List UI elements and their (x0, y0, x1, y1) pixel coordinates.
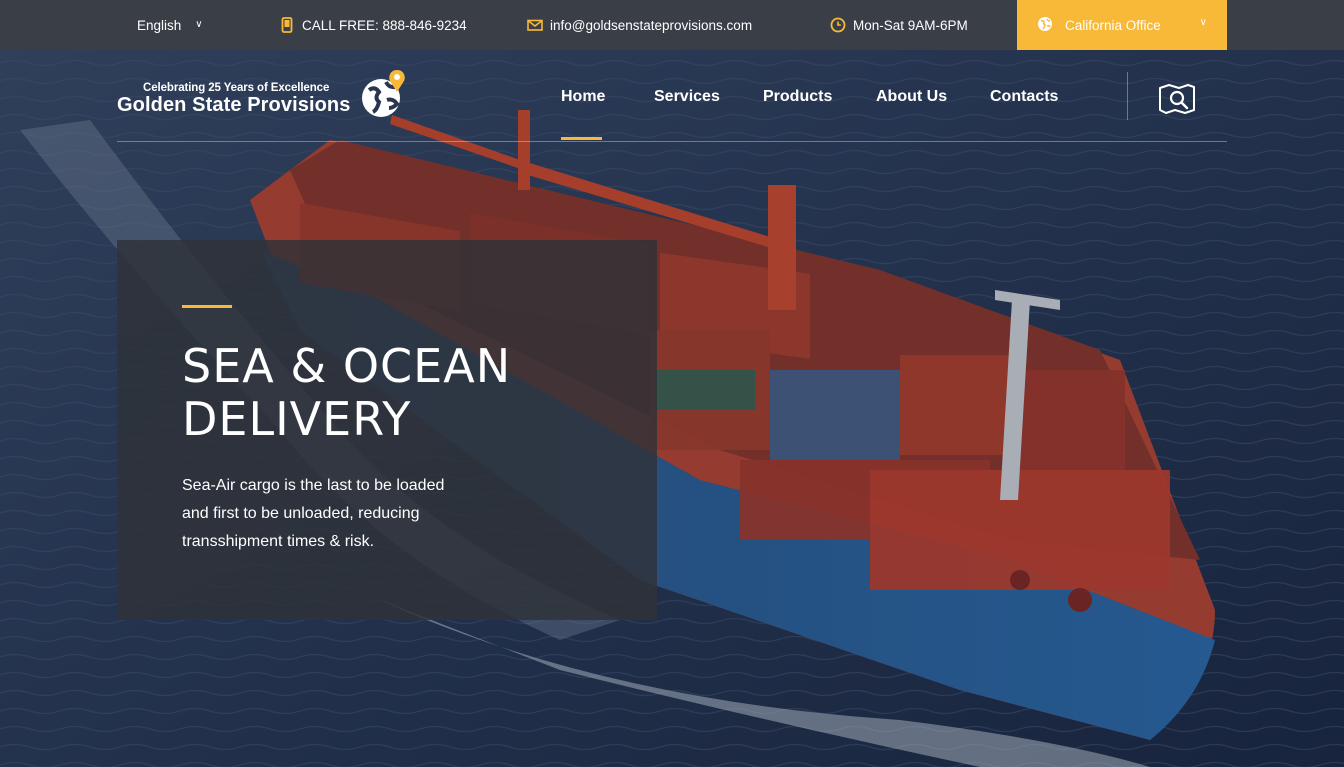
phone-icon (279, 17, 295, 33)
chevron-down-icon: ∨ (1199, 17, 1207, 28)
nav-item-products[interactable]: Products (763, 80, 832, 114)
header-divider (117, 141, 1227, 142)
hours-info: Mon-Sat 9AM-6PM (830, 0, 968, 50)
phone-info[interactable]: CALL FREE: 888-846-9234 (279, 0, 467, 50)
logo-name: Golden State Provisions (117, 94, 351, 116)
language-label: English (137, 17, 182, 33)
site-logo[interactable]: Celebrating 25 Years of Excellence Golde… (117, 68, 417, 124)
globe-icon (1037, 16, 1053, 35)
clock-icon (830, 17, 846, 33)
map-search-button[interactable] (1157, 82, 1197, 114)
hero-description: Sea-Air cargo is the last to be loaded a… (182, 477, 445, 550)
nav-item-contacts[interactable]: Contacts (990, 80, 1058, 114)
hero-title-line1: SEA & OCEAN (182, 339, 512, 393)
logo-tagline: Celebrating 25 Years of Excellence (143, 82, 330, 94)
nav-item-about-us[interactable]: About Us (876, 80, 947, 114)
top-bar: English ∨ CALL FREE: 888-846-9234 info@g… (0, 0, 1344, 50)
phone-text: CALL FREE: 888-846-9234 (302, 17, 467, 33)
language-selector[interactable]: English ∨ (137, 0, 203, 50)
nav-active-indicator (561, 137, 602, 140)
email-text: info@goldsenstateprovisions.com (550, 17, 753, 33)
office-label: California Office (1065, 17, 1161, 33)
hours-text: Mon-Sat 9AM-6PM (853, 17, 968, 33)
hero-title: SEA & OCEAN DELIVERY (182, 340, 622, 446)
office-selector[interactable]: California Office ∨ (1017, 0, 1227, 50)
globe-pin-icon (359, 68, 409, 120)
email-info[interactable]: info@goldsenstateprovisions.com (527, 0, 752, 50)
mail-icon (527, 17, 543, 33)
nav-item-home[interactable]: Home (561, 80, 605, 114)
map-search-icon (1157, 84, 1197, 118)
hero-title-line2: DELIVERY (182, 392, 412, 446)
nav-item-services[interactable]: Services (654, 80, 720, 114)
hero-card: SEA & OCEAN DELIVERY Sea-Air cargo is th… (117, 240, 657, 620)
hero-accent-bar (182, 305, 232, 308)
chevron-down-icon: ∨ (195, 18, 203, 30)
nav-divider (1127, 72, 1128, 120)
